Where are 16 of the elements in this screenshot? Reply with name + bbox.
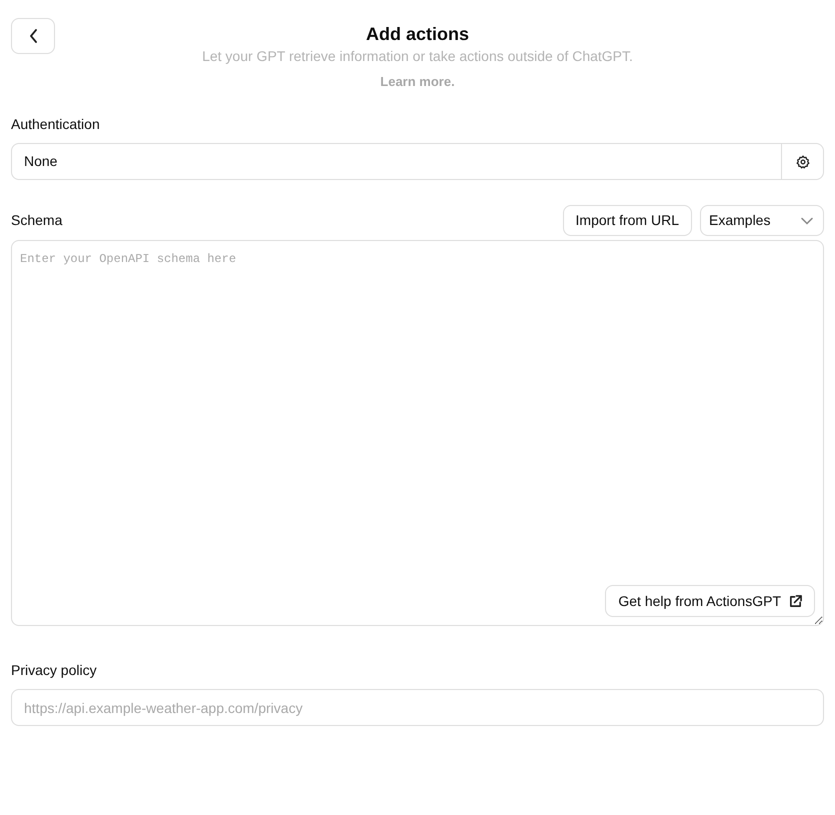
back-button[interactable] [11, 18, 55, 54]
examples-dropdown[interactable]: Examples [700, 205, 824, 236]
subtitle: Let your GPT retrieve information or take actions outside of ChatGPT. [202, 47, 633, 66]
external-link-icon [789, 594, 802, 608]
import-from-url-button[interactable]: Import from URL [562, 205, 692, 236]
authentication-label: Authentication [11, 115, 101, 134]
authentication-field[interactable]: None [11, 143, 824, 180]
chevron-down-icon [801, 216, 813, 224]
settings-icon [796, 154, 810, 168]
page-title: Add actions [366, 23, 469, 46]
schema-label: Schema [11, 211, 62, 230]
privacy-policy-field[interactable]: https://api.example-weather-app.com/privacy [11, 689, 824, 726]
authentication-value: None [23, 152, 58, 171]
get-help-button[interactable]: Get help from ActionsGPT [605, 585, 815, 617]
chevron-left-icon [28, 29, 38, 43]
privacy-policy-label: Privacy policy [11, 661, 98, 680]
